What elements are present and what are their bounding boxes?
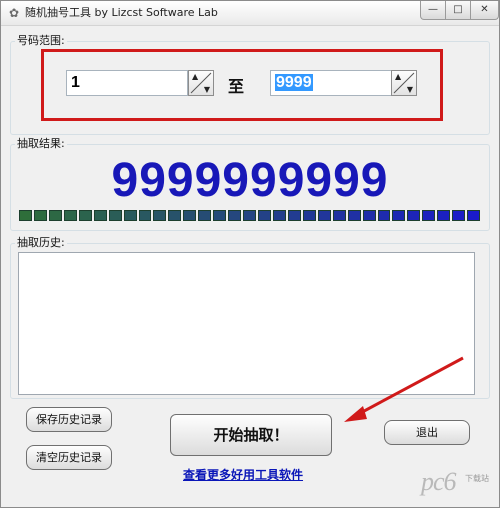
draw-progress-bar [19, 210, 481, 223]
progress-segment [302, 210, 316, 221]
watermark-sub-logo: 下载站 [465, 474, 489, 483]
maximize-button[interactable]: □ [445, 1, 471, 20]
progress-segment [228, 210, 242, 221]
progress-segment [258, 210, 271, 221]
app-window: ✿ 随机抽号工具 by Lizcst Software Lab — □ ✕ 号码… [0, 0, 500, 508]
range-group-label: 号码范围: [15, 34, 67, 48]
clear-history-button[interactable]: 清空历史记录 [26, 445, 112, 470]
progress-segment [93, 210, 107, 221]
progress-segment [183, 210, 197, 221]
progress-segment [153, 210, 167, 221]
progress-segment [272, 210, 286, 221]
progress-segment [452, 210, 466, 221]
progress-segment [63, 210, 77, 221]
progress-segment [243, 210, 256, 221]
progress-segment [437, 210, 451, 221]
title-bar[interactable]: ✿ 随机抽号工具 by Lizcst Software Lab — □ ✕ [1, 1, 499, 26]
progress-segment [347, 210, 361, 221]
close-button[interactable]: ✕ [470, 1, 499, 20]
progress-segment [19, 210, 32, 221]
progress-segment [332, 210, 346, 221]
progress-segment [362, 210, 376, 221]
progress-segment [287, 210, 301, 221]
progress-segment [48, 210, 62, 221]
progress-segment [123, 210, 137, 221]
start-draw-button[interactable]: 开始抽取！ [170, 414, 332, 456]
result-number: 9999999999 [111, 154, 389, 207]
progress-segment [33, 210, 47, 221]
history-group-label: 抽取历史: [15, 236, 67, 250]
save-history-button[interactable]: 保存历史记录 [26, 407, 112, 432]
highlight-box [41, 49, 443, 121]
progress-segment [198, 210, 212, 221]
progress-segment [407, 210, 421, 221]
progress-segment [138, 210, 152, 221]
progress-segment [467, 210, 481, 221]
history-list[interactable] [18, 252, 475, 395]
progress-segment [108, 210, 122, 221]
progress-segment [168, 210, 182, 221]
progress-segment [392, 210, 406, 221]
progress-segment [78, 210, 92, 221]
progress-segment [422, 210, 436, 221]
window-title: 随机抽号工具 by Lizcst Software Lab [25, 6, 218, 19]
result-group-label: 抽取结果: [15, 137, 67, 151]
exit-button[interactable]: 退出 [384, 420, 470, 445]
shell-app-icon: ✿ [8, 6, 20, 20]
progress-segment [213, 210, 227, 221]
more-tools-link[interactable]: 查看更多好用工具软件 [183, 466, 303, 483]
minimize-button[interactable]: — [420, 1, 446, 20]
watermark-logo: pc6 [421, 467, 457, 496]
progress-segment [317, 210, 331, 221]
progress-segment [377, 210, 391, 221]
